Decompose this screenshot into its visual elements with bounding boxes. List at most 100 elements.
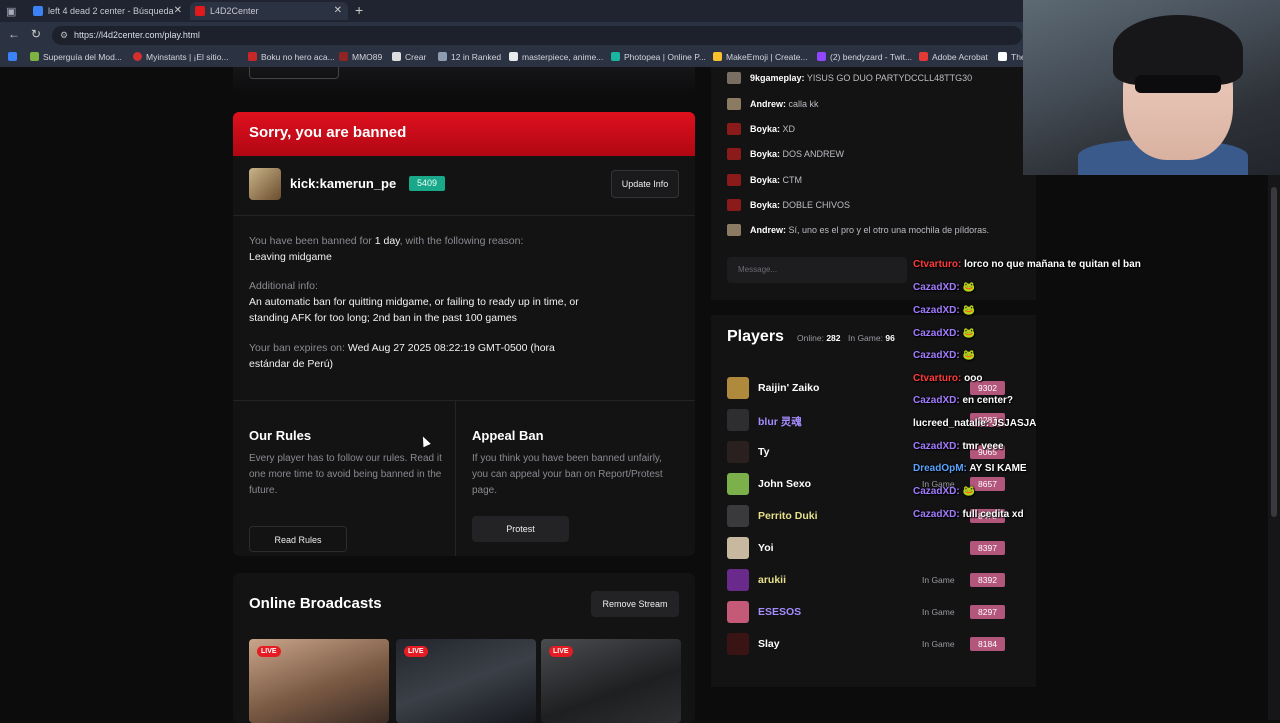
rules-title: Our Rules — [249, 428, 312, 443]
apps-icon[interactable] — [8, 52, 21, 62]
url-input[interactable]: ⚙ https://l4d2center.com/play.html — [52, 26, 1022, 45]
overlay-message: Ctvarturo: ooo — [913, 373, 982, 384]
chat-avatar — [727, 72, 741, 84]
tab-search[interactable]: left 4 dead 2 center - Búsqueda ✕ — [28, 2, 188, 20]
player-row[interactable]: Yoi 8397 — [727, 537, 1007, 561]
webcam-overlay — [1023, 0, 1280, 175]
bookmark-label: 12 in Ranked — [451, 52, 502, 62]
player-status: In Game — [922, 607, 955, 617]
close-icon[interactable]: ✕ — [334, 2, 342, 20]
chat-user: Boyka: — [750, 124, 781, 134]
chat-message: Boyka: DOBLE CHIVOS — [727, 199, 850, 211]
overlay-user: CazadXD: — [913, 350, 960, 361]
overlay-message: CazadXD: 🐸 — [913, 350, 975, 361]
site-info-icon[interactable]: ⚙ — [60, 26, 68, 45]
player-row[interactable]: ESESOS In Game 8297 — [727, 601, 1007, 625]
broadcasts-card: Online Broadcasts Remove Stream LIVE LIV… — [233, 573, 695, 723]
stream-thumbnail[interactable]: LIVE — [249, 639, 389, 723]
chat-text: XD — [782, 124, 796, 134]
remove-stream-button[interactable]: Remove Stream — [591, 591, 679, 617]
bookmark[interactable]: Adobe Acrobat — [919, 52, 988, 62]
player-name: Ty — [758, 446, 770, 458]
bookmark[interactable]: Myinstants | ¡El sitio... — [133, 52, 229, 62]
chat-message: Boyka: DOS ANDREW — [727, 148, 844, 160]
live-badge: LIVE — [404, 646, 428, 657]
overlay-text: AY SI KAME — [969, 463, 1027, 474]
update-info-button[interactable]: Update Info — [611, 170, 679, 198]
overlay-user: CazadXD: — [913, 328, 960, 339]
bookmark-label: MMO89 — [352, 52, 383, 62]
bookmark-label: MakeEmoji | Create... — [726, 52, 808, 62]
bookmark[interactable]: 12 in Ranked — [438, 52, 501, 62]
tab-l4d2center[interactable]: L4D2Center ✕ — [190, 2, 348, 20]
broadcasts-title: Online Broadcasts — [249, 595, 382, 612]
ban-duration-text: You have been banned for 1 day, with the… — [249, 233, 589, 249]
chat-user: Boyka: — [750, 149, 781, 159]
bookmark-label: masterpiece, anime... — [522, 52, 604, 62]
overlay-user: CazadXD: — [913, 395, 960, 406]
site-favicon-icon — [195, 6, 205, 16]
chat-message-input[interactable]: Message... — [727, 257, 907, 283]
ban-duration-value: 1 day — [374, 235, 400, 247]
overlay-text: full cedita xd — [962, 509, 1024, 520]
chat-text: DOBLE CHIVOS — [782, 200, 851, 210]
player-name: John Sexo — [758, 478, 812, 490]
bookmark[interactable]: Crear — [392, 52, 426, 62]
bookmark[interactable]: Superguía del Mod... — [30, 52, 122, 62]
chat-text: DOS ANDREW — [782, 149, 845, 159]
overlay-text: tmr veee — [962, 441, 1004, 452]
bookmark-label: Photopea | Online P... — [624, 52, 706, 62]
player-row[interactable]: arukii In Game 8392 — [727, 569, 1007, 593]
bookmark[interactable]: MMO89 — [339, 52, 382, 62]
close-icon[interactable]: ✕ — [174, 2, 182, 20]
ban-reason: Leaving midgame — [249, 251, 332, 263]
reload-icon[interactable]: ↻ — [31, 27, 41, 41]
player-avatar — [727, 441, 749, 463]
overlay-message: CazadXD: 🐸 — [913, 486, 975, 497]
new-tab-icon[interactable]: + — [355, 2, 363, 18]
appeal-text: If you think you have been banned unfair… — [472, 453, 663, 496]
overlay-user: Ctvarturo: — [913, 373, 962, 384]
ban-expiry: Your ban expires on: Wed Aug 27 2025 08:… — [249, 340, 594, 372]
scrollbar-thumb[interactable] — [1271, 187, 1277, 517]
ban-title: Sorry, you are banned — [233, 112, 695, 156]
live-badge: LIVE — [549, 646, 573, 657]
bookmark[interactable]: Photopea | Online P... — [611, 52, 706, 62]
online-label: Online: — [797, 333, 824, 343]
bookmark[interactable]: The — [998, 52, 1026, 62]
overlay-text: 🐸 — [962, 305, 975, 316]
previous-card-button[interactable] — [249, 67, 339, 79]
player-avatar — [727, 537, 749, 559]
divider — [455, 400, 456, 556]
tab-actions-icon[interactable]: ▣ — [6, 5, 20, 18]
read-rules-button[interactable]: Read Rules — [249, 526, 347, 552]
player-status: In Game — [922, 575, 955, 585]
tab-title: L4D2Center — [210, 6, 259, 16]
back-icon[interactable]: ← — [8, 27, 20, 41]
ban-card: Sorry, you are banned kick:kamerun_pe 54… — [233, 112, 695, 556]
protest-button[interactable]: Protest — [472, 516, 569, 542]
stream-thumbnail[interactable]: LIVE — [541, 639, 681, 723]
bookmark-label: Superguía del Mod... — [43, 52, 122, 62]
bookmark[interactable]: (2) bendyzard - Twit... — [817, 52, 912, 62]
ingame-count: In Game: 96 — [848, 333, 895, 343]
chat-text: calla kk — [788, 99, 819, 109]
search-icon — [33, 6, 43, 16]
chat-avatar — [727, 148, 741, 160]
player-name: Perrito Duki — [758, 510, 818, 522]
chat-text: Sí, uno es el pro y el otro una mochila … — [788, 225, 990, 235]
bookmark[interactable]: MakeEmoji | Create... — [713, 52, 808, 62]
online-value: 282 — [826, 333, 841, 343]
bookmark[interactable]: masterpiece, anime... — [509, 52, 603, 62]
player-score: 8297 — [970, 605, 1005, 619]
player-avatar — [727, 505, 749, 527]
player-row[interactable]: Slay In Game 8184 — [727, 633, 1007, 657]
bookmark[interactable]: Boku no hero aca... — [248, 52, 335, 62]
chat-message: 9kgameplay: YISUS GO DUO PARTYDCCLL48TTG… — [727, 72, 972, 84]
overlay-user: CazadXD: — [913, 509, 960, 520]
player-name: Raijin' Zaiko — [758, 382, 820, 394]
stream-thumbnail[interactable]: LIVE — [396, 639, 536, 723]
ban-duration-suffix: , with the following reason: — [399, 235, 524, 247]
chat-avatar — [727, 123, 741, 135]
previous-card-bottom — [233, 67, 695, 95]
